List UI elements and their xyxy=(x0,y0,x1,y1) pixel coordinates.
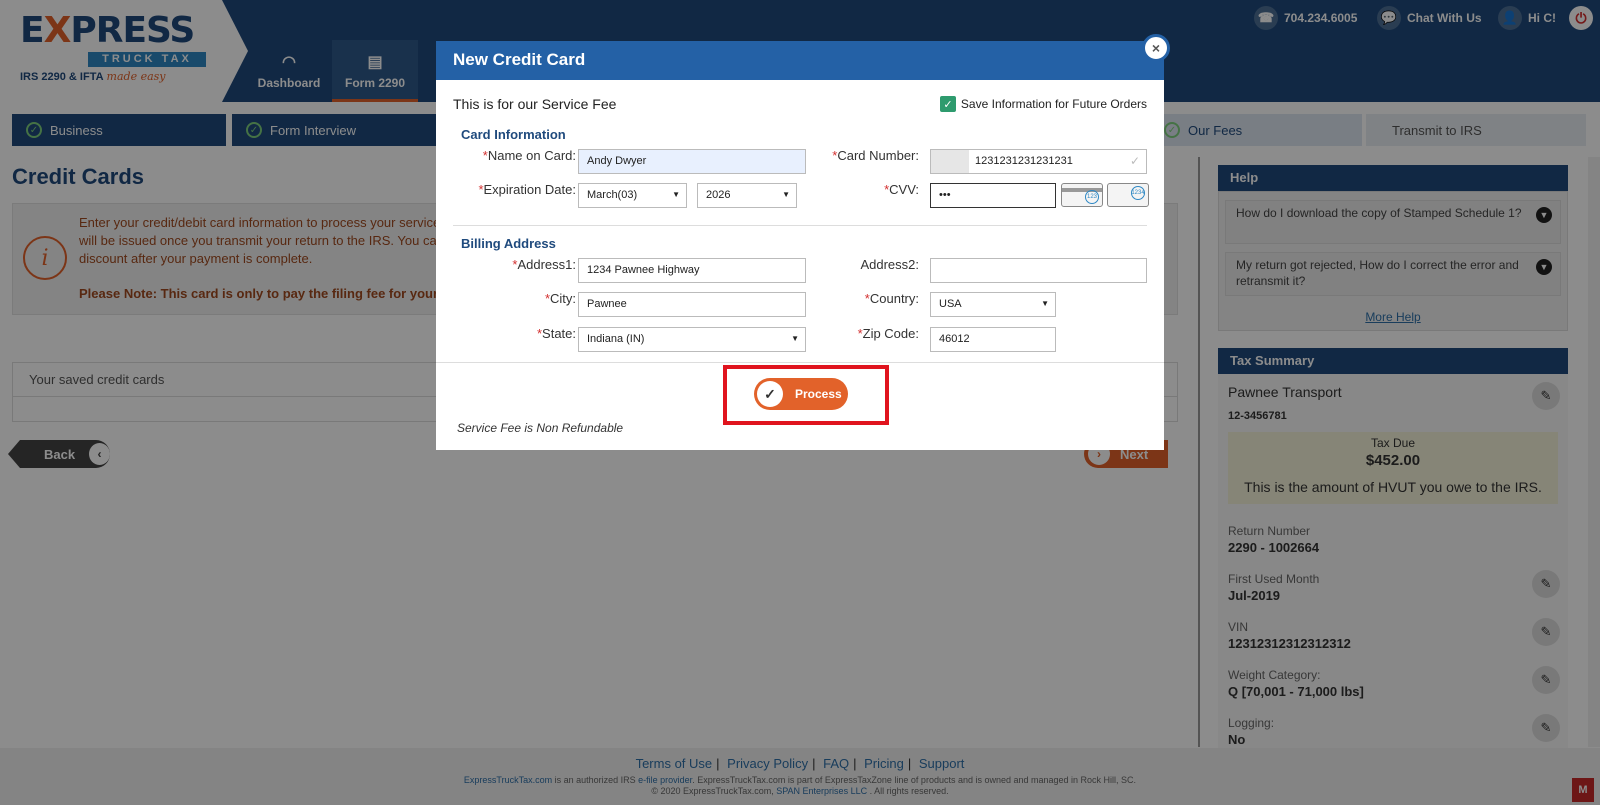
address2-label: Address2: xyxy=(860,257,919,272)
address1-label: *Address1: xyxy=(512,257,576,272)
card-number-label: *Card Number: xyxy=(832,148,919,163)
name-on-card-label: *Name on Card: xyxy=(482,148,576,163)
caret-down-icon: ▼ xyxy=(672,190,680,199)
card-info-heading: Card Information xyxy=(461,127,566,142)
section-divider xyxy=(453,225,1147,226)
address1-input[interactable]: 1234 Pawnee Highway xyxy=(578,258,806,283)
caret-down-icon: ▼ xyxy=(1041,299,1049,308)
checkbox-checked-icon[interactable]: ✓ xyxy=(939,96,956,112)
modal-subtitle: This is for our Service Fee xyxy=(453,96,617,112)
address2-input[interactable] xyxy=(930,258,1147,283)
card-type-placeholder xyxy=(931,150,969,173)
service-fee-note: Service Fee is Non Refundable xyxy=(457,421,624,435)
process-highlight-frame: ✓ Process xyxy=(723,365,889,425)
state-select[interactable]: Indiana (IN) ▼ xyxy=(578,327,806,352)
expiration-month-select[interactable]: March(03) ▼ xyxy=(578,183,687,208)
country-select[interactable]: USA ▼ xyxy=(930,292,1056,317)
card-number-input[interactable]: 1231231231231231 ✓ xyxy=(930,149,1147,174)
modal-footer-divider xyxy=(436,362,1164,363)
zip-code-label: *Zip Code: xyxy=(857,326,919,341)
billing-address-heading: Billing Address xyxy=(461,236,556,251)
modal-title: New Credit Card xyxy=(436,41,1164,80)
cvv-front-card-icon: 1234 xyxy=(1107,183,1149,207)
cvv-input[interactable]: ••• xyxy=(930,183,1056,208)
caret-down-icon: ▼ xyxy=(782,190,790,199)
check-icon: ✓ xyxy=(1129,154,1140,168)
country-label: *Country: xyxy=(864,291,919,306)
state-label: *State: xyxy=(536,326,576,341)
expiration-year-select[interactable]: 2026 ▼ xyxy=(697,183,797,208)
new-credit-card-modal: New Credit Card × This is for our Servic… xyxy=(436,34,1170,450)
name-on-card-input[interactable]: Andy Dwyer xyxy=(578,149,806,174)
zip-code-input[interactable]: 46012 xyxy=(930,327,1056,352)
city-label: *City: xyxy=(544,291,576,306)
checkmark-icon: ✓ xyxy=(757,381,783,407)
process-button[interactable]: ✓ Process xyxy=(754,378,848,410)
cvv-back-card-icon: 123 xyxy=(1061,183,1103,207)
close-icon[interactable]: × xyxy=(1142,34,1170,62)
expiration-date-label: *Expiration Date: xyxy=(478,182,576,197)
cvv-label: *CVV: xyxy=(884,182,919,197)
caret-down-icon: ▼ xyxy=(791,334,799,343)
city-input[interactable]: Pawnee xyxy=(578,292,806,317)
save-for-future-checkbox[interactable]: ✓ Save Information for Future Orders xyxy=(939,96,1147,112)
